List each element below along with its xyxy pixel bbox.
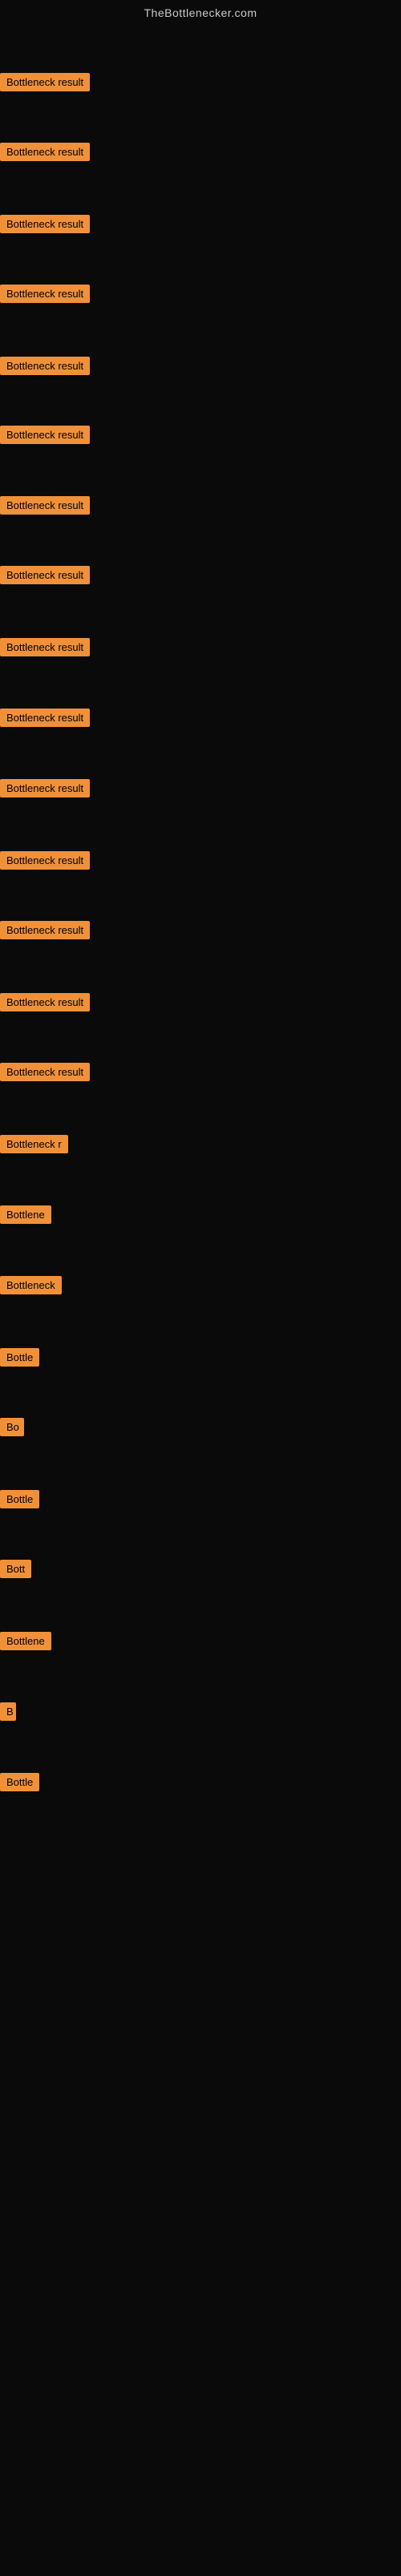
bottleneck-badge-22: Bott bbox=[0, 1560, 31, 1578]
bottleneck-badge-25: Bottle bbox=[0, 1773, 39, 1791]
bottleneck-item-5[interactable]: Bottleneck result bbox=[0, 357, 90, 379]
bottleneck-item-13[interactable]: Bottleneck result bbox=[0, 921, 90, 943]
bottleneck-item-21[interactable]: Bottle bbox=[0, 1490, 39, 1512]
bottleneck-item-24[interactable]: B bbox=[0, 1702, 16, 1725]
bottleneck-item-17[interactable]: Bottlene bbox=[0, 1205, 51, 1228]
bottleneck-badge-12: Bottleneck result bbox=[0, 851, 90, 870]
bottleneck-item-16[interactable]: Bottleneck r bbox=[0, 1135, 68, 1157]
bottleneck-badge-16: Bottleneck r bbox=[0, 1135, 68, 1153]
bottleneck-badge-9: Bottleneck result bbox=[0, 638, 90, 656]
bottleneck-badge-11: Bottleneck result bbox=[0, 779, 90, 797]
bottleneck-badge-14: Bottleneck result bbox=[0, 993, 90, 1011]
bottleneck-item-22[interactable]: Bott bbox=[0, 1560, 31, 1582]
bottleneck-item-4[interactable]: Bottleneck result bbox=[0, 285, 90, 307]
bottleneck-list: Bottleneck result Bottleneck result Bottle… bbox=[0, 27, 401, 2576]
bottleneck-item-7[interactable]: Bottleneck result bbox=[0, 496, 90, 519]
bottleneck-badge-21: Bottle bbox=[0, 1490, 39, 1508]
bottleneck-item-3[interactable]: Bottleneck result bbox=[0, 215, 90, 237]
bottleneck-badge-7: Bottleneck result bbox=[0, 496, 90, 515]
bottleneck-badge-1: Bottleneck result bbox=[0, 73, 90, 91]
bottleneck-badge-15: Bottleneck result bbox=[0, 1063, 90, 1081]
bottleneck-item-25[interactable]: Bottle bbox=[0, 1773, 39, 1795]
bottleneck-badge-5: Bottleneck result bbox=[0, 357, 90, 375]
bottleneck-badge-24: B bbox=[0, 1702, 16, 1721]
bottleneck-item-1[interactable]: Bottleneck result bbox=[0, 73, 90, 95]
bottleneck-badge-3: Bottleneck result bbox=[0, 215, 90, 233]
bottleneck-badge-8: Bottleneck result bbox=[0, 566, 90, 584]
bottleneck-item-12[interactable]: Bottleneck result bbox=[0, 851, 90, 874]
bottleneck-badge-4: Bottleneck result bbox=[0, 285, 90, 303]
bottleneck-item-11[interactable]: Bottleneck result bbox=[0, 779, 90, 801]
bottleneck-item-8[interactable]: Bottleneck result bbox=[0, 566, 90, 588]
bottleneck-badge-20: Bo bbox=[0, 1418, 24, 1436]
site-title: TheBottlenecker.com bbox=[0, 0, 401, 27]
bottleneck-badge-18: Bottleneck bbox=[0, 1276, 62, 1294]
bottleneck-item-20[interactable]: Bo bbox=[0, 1418, 24, 1440]
bottleneck-badge-2: Bottleneck result bbox=[0, 143, 90, 161]
bottleneck-badge-19: Bottle bbox=[0, 1348, 39, 1367]
bottleneck-badge-6: Bottleneck result bbox=[0, 426, 90, 444]
bottleneck-item-19[interactable]: Bottle bbox=[0, 1348, 39, 1371]
bottleneck-item-14[interactable]: Bottleneck result bbox=[0, 993, 90, 1015]
bottleneck-badge-10: Bottleneck result bbox=[0, 709, 90, 727]
bottleneck-badge-13: Bottleneck result bbox=[0, 921, 90, 939]
bottleneck-item-9[interactable]: Bottleneck result bbox=[0, 638, 90, 660]
bottleneck-badge-23: Bottlene bbox=[0, 1632, 51, 1650]
bottleneck-item-10[interactable]: Bottleneck result bbox=[0, 709, 90, 731]
bottleneck-badge-17: Bottlene bbox=[0, 1205, 51, 1224]
bottleneck-item-6[interactable]: Bottleneck result bbox=[0, 426, 90, 448]
bottleneck-item-18[interactable]: Bottleneck bbox=[0, 1276, 62, 1298]
bottleneck-item-23[interactable]: Bottlene bbox=[0, 1632, 51, 1654]
bottleneck-item-2[interactable]: Bottleneck result bbox=[0, 143, 90, 165]
bottleneck-item-15[interactable]: Bottleneck result bbox=[0, 1063, 90, 1085]
